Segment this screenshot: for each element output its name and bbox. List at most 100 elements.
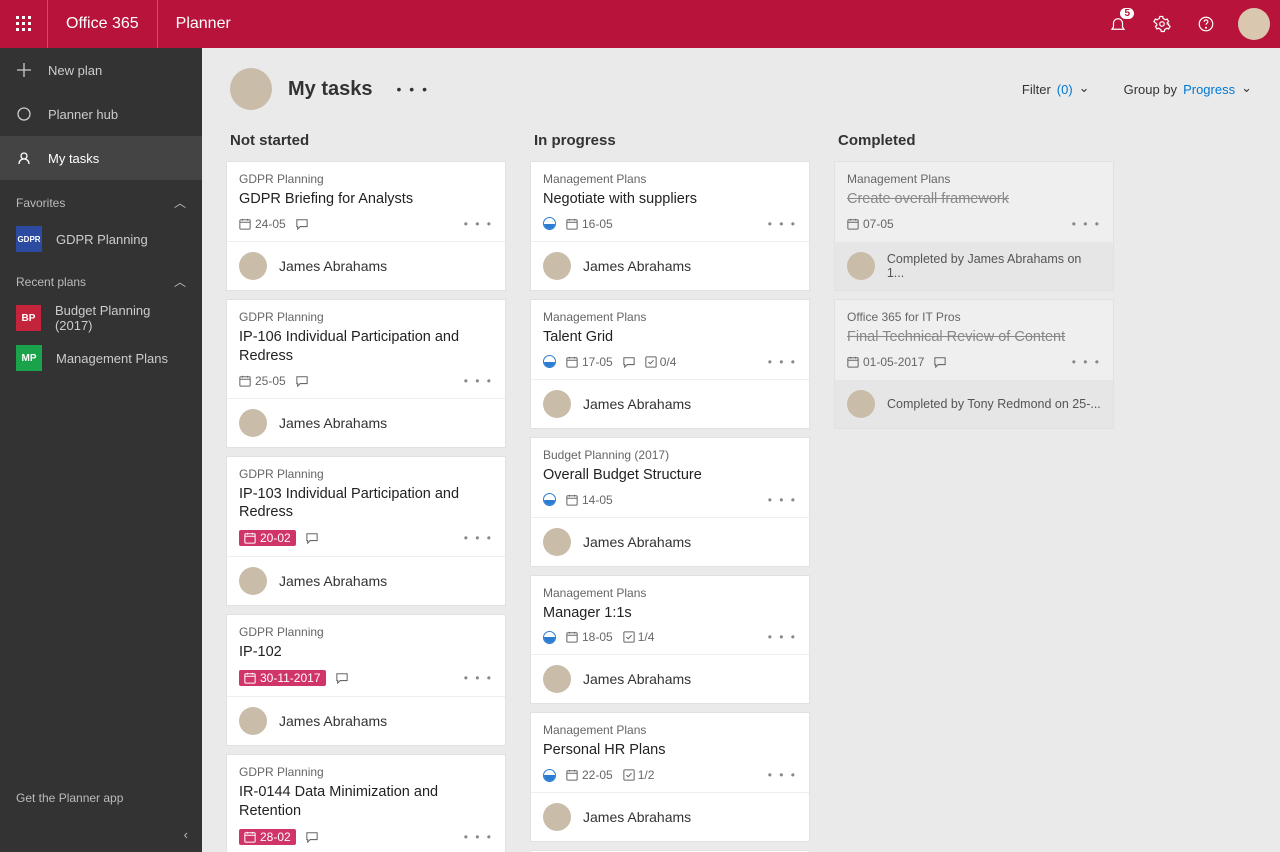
get-app-link[interactable]: Get the Planner app (0, 775, 202, 821)
card-more-icon[interactable]: • • • (464, 374, 493, 388)
card-more-icon[interactable]: • • • (768, 493, 797, 507)
recent-plan[interactable]: BP Budget Planning (2017) (0, 298, 202, 338)
hub-label: Planner hub (48, 107, 118, 122)
card-more-icon[interactable]: • • • (464, 830, 493, 844)
checklist: 1/4 (623, 630, 655, 644)
user-avatar[interactable] (1238, 8, 1270, 40)
recent-plan[interactable]: MP Management Plans (0, 338, 202, 378)
suite-brand[interactable]: Office 365 (48, 0, 158, 48)
card-title: GDPR Briefing for Analysts (239, 190, 493, 209)
user-avatar (230, 68, 272, 110)
collapse-nav-icon[interactable]: ‹ (0, 821, 202, 852)
app-name[interactable]: Planner (158, 15, 249, 33)
task-card[interactable]: Management PlansManager 1:1s18-051/4• • … (530, 575, 810, 705)
due-date: 24-05 (239, 217, 286, 231)
card-plan: Office 365 for IT Pros (847, 310, 1101, 324)
page-header: My tasks • • • Filter (0) ⌄ Group by Pro… (202, 48, 1280, 120)
task-card[interactable]: Management PlansTalent Grid17-050/4• • •… (530, 299, 810, 429)
card-plan: GDPR Planning (239, 310, 493, 324)
avatar (543, 665, 571, 693)
help-icon[interactable] (1184, 0, 1228, 48)
chevron-down-icon: ⌄ (1241, 80, 1252, 96)
comments-icon (296, 218, 308, 230)
column: CompletedManagement PlansCreate overall … (834, 124, 1114, 437)
hub-icon (16, 106, 32, 122)
assignee: James Abrahams (227, 697, 505, 745)
card-more-icon[interactable]: • • • (768, 355, 797, 369)
card-more-icon[interactable]: • • • (768, 768, 797, 782)
card-more-icon[interactable]: • • • (464, 217, 493, 231)
progress-icon (543, 217, 556, 230)
my-tasks-link[interactable]: My tasks (0, 136, 202, 180)
task-card[interactable]: Management PlansCreate overall framework… (834, 161, 1114, 291)
card-more-icon[interactable]: • • • (768, 217, 797, 231)
avatar (239, 707, 267, 735)
recent-header[interactable]: Recent plans ︿ (0, 259, 202, 298)
column: In progressManagement PlansNegotiate wit… (530, 124, 810, 852)
group-by-button[interactable]: Group by Progress ⌄ (1124, 81, 1252, 97)
avatar (239, 567, 267, 595)
card-more-icon[interactable]: • • • (464, 531, 493, 545)
due-date: 30-11-2017 (239, 670, 326, 686)
assignee: James Abrahams (227, 557, 505, 605)
card-title: IP-103 Individual Participation and Redr… (239, 485, 493, 523)
task-card[interactable]: Office 365 for IT ProsFinal Technical Re… (834, 299, 1114, 429)
avatar (239, 252, 267, 280)
column-title: In progress (530, 124, 810, 161)
comments-icon (623, 356, 635, 368)
task-card[interactable]: Budget Planning (2017)Overall Budget Str… (530, 437, 810, 567)
column: Not startedGDPR PlanningGDPR Briefing fo… (226, 124, 506, 852)
card-title: IR-0144 Data Minimization and Retention (239, 783, 493, 821)
comments-icon (306, 831, 318, 843)
card-title: IP-106 Individual Participation and Redr… (239, 328, 493, 366)
avatar (543, 528, 571, 556)
due-date: 20-02 (239, 530, 296, 546)
card-plan: Management Plans (543, 310, 797, 324)
task-card[interactable]: Management PlansPersonal HR Plans22-051/… (530, 712, 810, 842)
planner-hub-link[interactable]: Planner hub (0, 92, 202, 136)
new-plan-button[interactable]: New plan (0, 48, 202, 92)
task-card[interactable]: Management PlansNegotiate with suppliers… (530, 161, 810, 291)
task-card[interactable]: GDPR Planning IP-103 Individual Participa… (226, 456, 506, 607)
task-card[interactable]: GDPR Planning IP-106 Individual Participa… (226, 299, 506, 448)
assignee: James Abrahams (531, 242, 809, 290)
card-more-icon[interactable]: • • • (1072, 217, 1101, 231)
assignee: James Abrahams (531, 518, 809, 566)
plus-icon (16, 62, 32, 78)
card-more-icon[interactable]: • • • (768, 630, 797, 644)
assignee: James Abrahams (227, 399, 505, 447)
comments-icon (336, 672, 348, 684)
more-icon[interactable]: • • • (397, 81, 429, 97)
settings-icon[interactable] (1140, 0, 1184, 48)
page-title: My tasks (288, 78, 373, 101)
plan-tile: BP (16, 305, 41, 331)
due-date: 22-05 (566, 768, 613, 782)
due-date: 17-05 (566, 355, 613, 369)
due-date: 01-05-2017 (847, 355, 924, 369)
comments-icon (306, 532, 318, 544)
favorites-header[interactable]: Favorites ︿ (0, 180, 202, 219)
card-more-icon[interactable]: • • • (1072, 355, 1101, 369)
filter-button[interactable]: Filter (0) ⌄ (1022, 81, 1090, 97)
top-bar: Office 365 Planner 5 (0, 0, 1280, 48)
task-card[interactable]: GDPR PlanningIR-0144 Data Minimization a… (226, 754, 506, 852)
assignee: James Abrahams (531, 655, 809, 703)
task-card[interactable]: GDPR PlanningGDPR Briefing for Analysts2… (226, 161, 506, 291)
task-card[interactable]: GDPR PlanningIP-10230-11-2017• • •James … (226, 614, 506, 746)
card-plan: Management Plans (543, 723, 797, 737)
notification-badge: 5 (1120, 8, 1134, 19)
card-title: Personal HR Plans (543, 741, 797, 760)
card-more-icon[interactable]: • • • (464, 671, 493, 685)
due-date: 18-05 (566, 630, 613, 644)
comments-icon (934, 356, 946, 368)
notifications-icon[interactable]: 5 (1096, 0, 1140, 48)
assignee: James Abrahams (227, 242, 505, 290)
card-plan: Management Plans (543, 586, 797, 600)
card-plan: GDPR Planning (239, 467, 493, 481)
main-area: My tasks • • • Filter (0) ⌄ Group by Pro… (202, 48, 1280, 852)
column-title: Not started (226, 124, 506, 161)
person-icon (16, 150, 32, 166)
app-launcher-icon[interactable] (0, 0, 48, 48)
favorite-plan[interactable]: GDPR GDPR Planning (0, 219, 202, 259)
completed-by: Completed by James Abrahams on 1... (835, 242, 1113, 290)
